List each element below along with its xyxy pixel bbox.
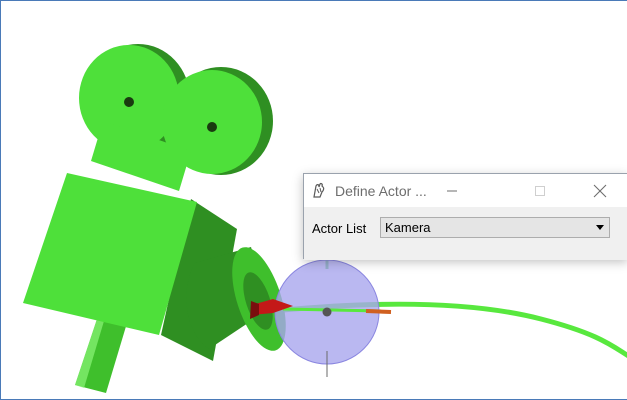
close-button[interactable] [577, 174, 623, 207]
dialog-title: Define Actor ... [335, 183, 427, 199]
define-actor-dialog: Define Actor ... Actor List Kamera [303, 173, 627, 260]
camera-model[interactable] [23, 44, 297, 393]
dialog-titlebar[interactable]: Define Actor ... [304, 174, 627, 207]
dialog-content: Actor List Kamera [304, 207, 627, 260]
maximize-button[interactable] [517, 174, 563, 207]
actor-list-dropdown[interactable]: Kamera [380, 217, 610, 238]
minimize-icon [447, 190, 457, 191]
actor-list-label: Actor List [312, 221, 367, 236]
dropdown-arrow-icon [596, 225, 604, 230]
maximize-icon [535, 185, 545, 196]
close-icon [593, 184, 607, 197]
app-icon [310, 182, 328, 200]
3d-viewport[interactable]: Define Actor ... Actor List Kamera [0, 0, 627, 400]
minimize-button[interactable] [429, 174, 475, 207]
actor-list-selected-value: Kamera [385, 220, 431, 235]
